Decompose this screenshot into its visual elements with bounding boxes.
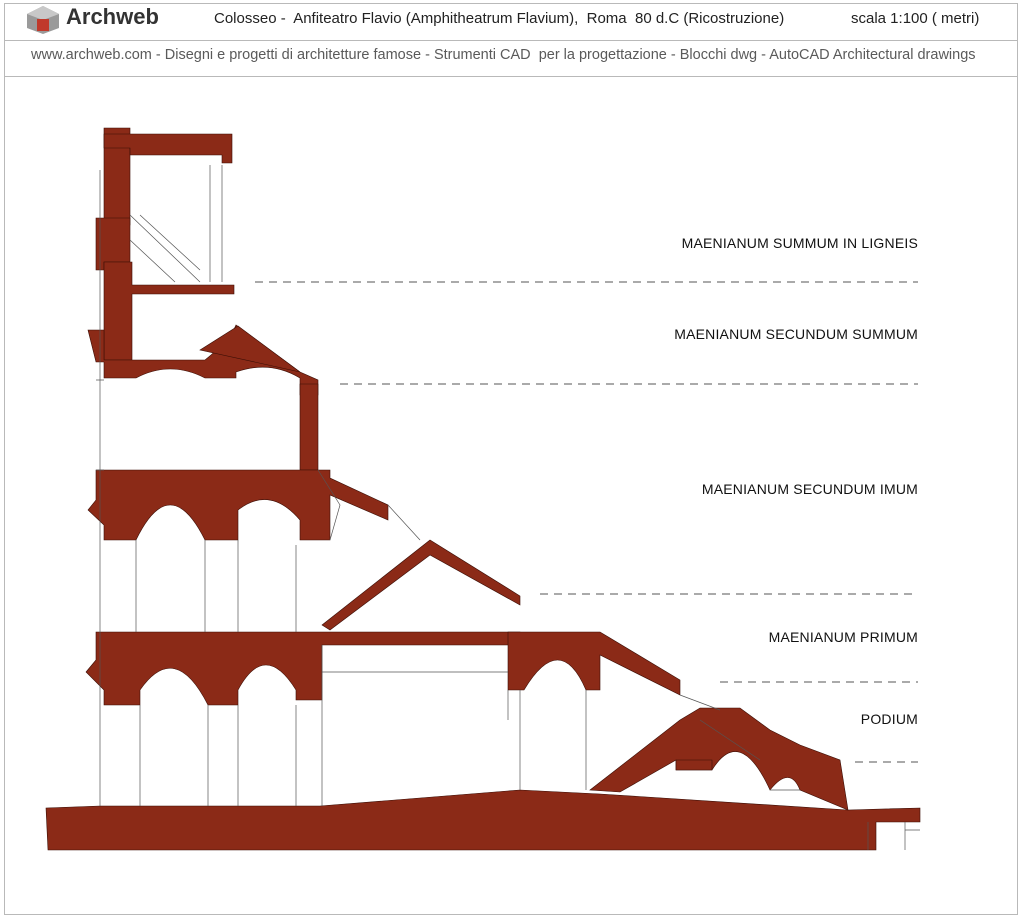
foundation — [45, 789, 921, 851]
level-label-summum-ligneis: MAENIANUM SUMMUM IN LIGNEIS — [681, 235, 918, 251]
level-label-podium: PODIUM — [860, 711, 918, 727]
level-label-secundum-summum: MAENIANUM SECUNDUM SUMMUM — [674, 326, 918, 342]
level-label-secundum-imum: MAENIANUM SECUNDUM IMUM — [701, 481, 918, 497]
wooden-stair — [129, 214, 201, 283]
secundum-pier — [299, 383, 319, 471]
attic-colonnade — [209, 165, 223, 282]
primum-floor — [85, 631, 521, 706]
secundum-imum-floor — [87, 469, 389, 541]
lower-vault — [322, 671, 587, 790]
inner-columns — [135, 540, 297, 632]
podium-floor-slab — [675, 759, 713, 771]
primum-roof-wedge — [321, 539, 521, 631]
level-label-primum: MAENIANUM PRIMUM — [768, 629, 918, 645]
podium-wedge — [589, 707, 849, 811]
primum-arch-right — [507, 631, 681, 696]
colosseum-section-drawing — [45, 127, 921, 851]
